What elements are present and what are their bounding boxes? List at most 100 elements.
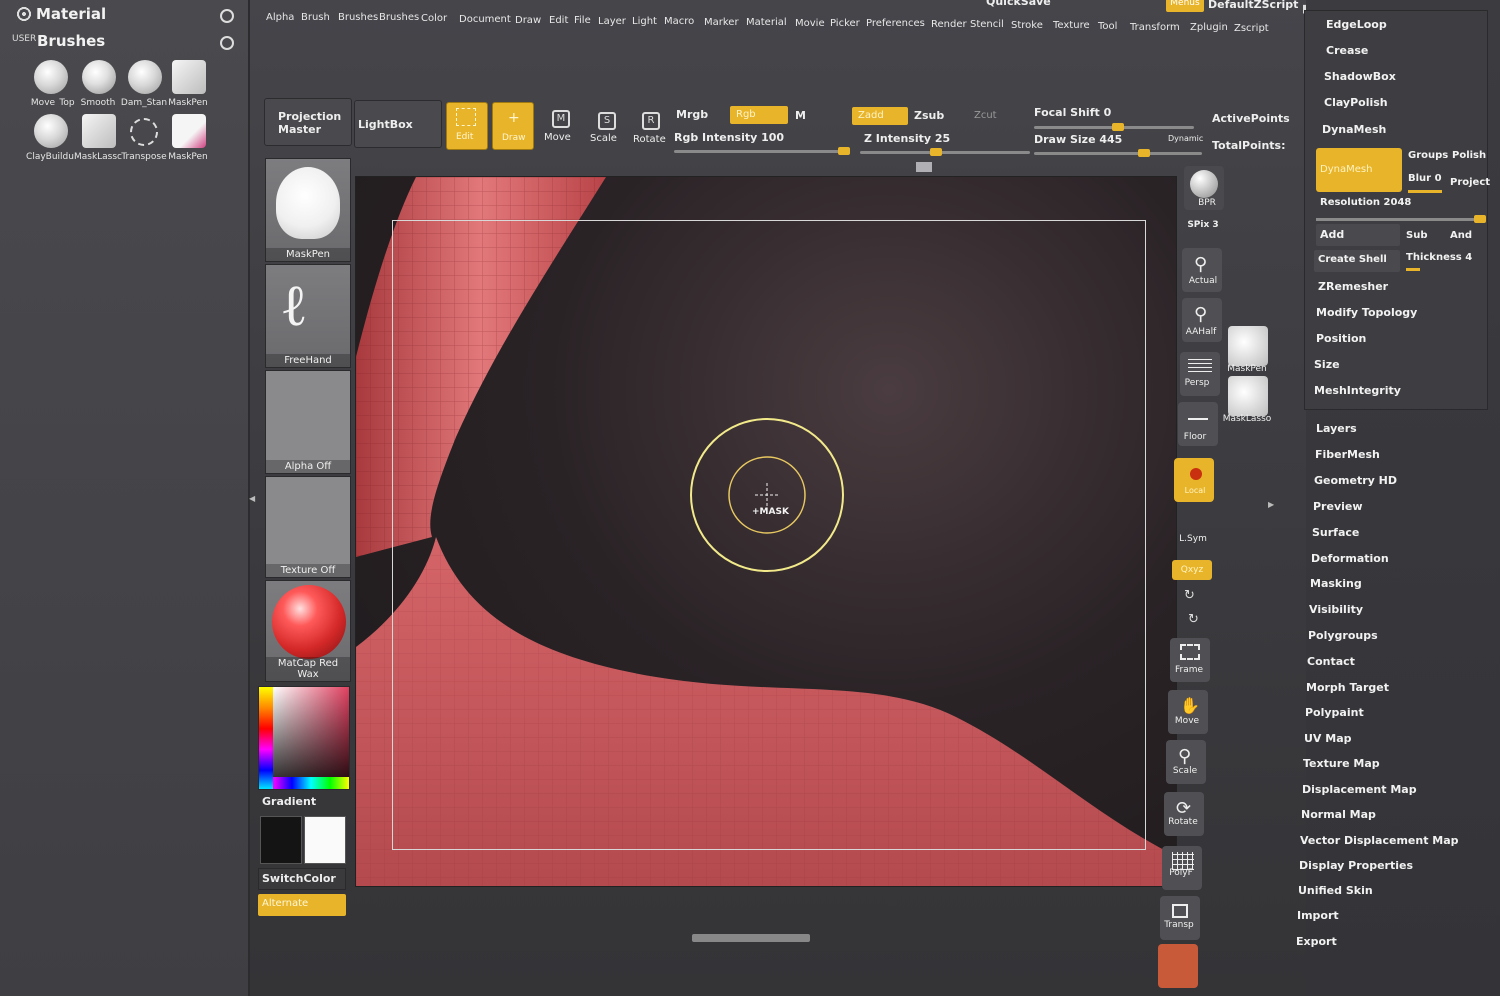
zsub-toggle[interactable]: Zsub — [914, 109, 944, 122]
secondary-color-swatch[interactable] — [304, 816, 346, 864]
slider-knob[interactable] — [1112, 123, 1124, 131]
menu-material[interactable]: Material — [746, 17, 787, 28]
move-mode-icon[interactable]: M — [552, 110, 570, 128]
brush-claybuildup[interactable]: ClayBuildu — [26, 114, 74, 168]
mrgb-toggle[interactable]: Mrgb — [676, 108, 708, 121]
lsym-label[interactable]: L.Sym — [1168, 534, 1218, 544]
transp-button[interactable] — [1160, 896, 1200, 940]
menu-brush[interactable]: Brush — [301, 12, 330, 23]
menu-draw[interactable]: Draw — [515, 15, 541, 26]
position-button[interactable]: Position — [1316, 332, 1366, 345]
section-contact[interactable]: Contact — [1307, 655, 1355, 668]
size-button[interactable]: Size — [1314, 358, 1340, 371]
menu-zplugin[interactable]: Zplugin — [1190, 22, 1228, 33]
color-saturation-field[interactable] — [273, 687, 349, 789]
brush-maskpen-2[interactable]: MaskPen — [166, 114, 210, 168]
right-shelf-toggle[interactable]: ▶ — [1268, 500, 1276, 524]
menu-brushes[interactable]: Brushes — [338, 12, 378, 23]
spix-label[interactable]: SPix 3 — [1178, 220, 1228, 230]
main-color-swatch[interactable] — [260, 816, 302, 864]
material-toggle-icon[interactable] — [220, 9, 234, 23]
menu-brushes-2[interactable]: Brushes — [379, 12, 419, 23]
menu-alpha[interactable]: Alpha — [266, 12, 294, 23]
quicksave-button[interactable]: QuickSave — [986, 0, 1051, 8]
section-import[interactable]: Import — [1297, 909, 1339, 922]
modify-topology-button[interactable]: Modify Topology — [1316, 306, 1417, 319]
left-shelf-toggle[interactable]: ◀ — [249, 494, 257, 518]
section-morph-target[interactable]: Morph Target — [1306, 681, 1389, 694]
rotate-mode-icon[interactable]: R — [642, 112, 660, 130]
gradient-label[interactable]: Gradient — [262, 795, 316, 808]
section-layers[interactable]: Layers — [1316, 422, 1357, 435]
menu-zscript[interactable]: Zscript — [1234, 23, 1269, 34]
section-unified-skin[interactable]: Unified Skin — [1298, 884, 1373, 897]
local-button[interactable] — [1174, 458, 1214, 502]
rotate-axis-icon[interactable]: ↻ — [1184, 588, 1195, 603]
slider-knob[interactable] — [1138, 149, 1150, 157]
menu-movie[interactable]: Movie — [795, 18, 825, 29]
slider-knob[interactable] — [838, 147, 850, 155]
rotate-view-button[interactable]: ⟳ — [1164, 792, 1204, 836]
default-zscript-label[interactable]: DefaultZScript — [1208, 0, 1298, 11]
color-picker[interactable] — [258, 686, 350, 790]
rotate-axis-icon[interactable]: ↻ — [1188, 612, 1199, 627]
thickness-slider-label[interactable]: Thickness 4 — [1406, 252, 1472, 263]
section-export[interactable]: Export — [1296, 935, 1337, 948]
section-masking[interactable]: Masking — [1310, 577, 1362, 590]
brush-damstandard[interactable]: Dam_Stan — [121, 60, 167, 114]
menus-button[interactable]: Menus — [1166, 0, 1204, 12]
section-visibility[interactable]: Visibility — [1309, 603, 1363, 616]
menu-file[interactable]: File — [574, 15, 591, 26]
frame-button[interactable] — [1170, 638, 1210, 682]
scale-view-button[interactable]: ⚲ — [1166, 740, 1206, 784]
section-displacement-map[interactable]: Displacement Map — [1302, 783, 1417, 796]
menu-stencil[interactable]: Stencil — [970, 19, 1004, 30]
slider-knob[interactable] — [930, 148, 942, 156]
section-geometry-hd[interactable]: Geometry HD — [1314, 474, 1397, 487]
create-shell-button[interactable]: Create Shell — [1318, 254, 1387, 265]
crease-button[interactable]: Crease — [1326, 44, 1368, 57]
canvas-scroll-handle[interactable] — [916, 162, 932, 172]
dynamesh-section-header[interactable]: DynaMesh — [1322, 123, 1386, 136]
menu-tool[interactable]: Tool — [1098, 21, 1117, 32]
focal-shift-slider[interactable] — [1034, 123, 1194, 131]
groups-toggle[interactable]: Groups — [1408, 150, 1448, 161]
section-polypaint[interactable]: Polypaint — [1305, 706, 1364, 719]
blur-slider-label[interactable]: Blur 0 — [1408, 173, 1442, 184]
menu-picker[interactable]: Picker — [830, 18, 860, 29]
zadd-toggle[interactable]: Zadd — [852, 107, 908, 125]
scale-mode-icon[interactable]: S — [598, 112, 616, 130]
and-button[interactable]: And — [1450, 230, 1472, 241]
menu-stroke[interactable]: Stroke — [1011, 20, 1043, 31]
menu-preferences[interactable]: Preferences — [866, 18, 925, 29]
blur-slider[interactable] — [1408, 190, 1442, 193]
brushes-toggle-icon[interactable] — [220, 36, 234, 50]
menu-color[interactable]: Color — [421, 13, 447, 24]
material-tile[interactable]: MatCap Red Wax — [265, 580, 351, 682]
section-normal-map[interactable]: Normal Map — [1301, 808, 1376, 821]
dynamic-toggle[interactable]: Dynamic — [1168, 134, 1203, 143]
menu-layer[interactable]: Layer — [598, 16, 626, 27]
m-toggle[interactable]: M — [795, 109, 806, 122]
zremesher-button[interactable]: ZRemesher — [1318, 280, 1388, 293]
section-display-properties[interactable]: Display Properties — [1299, 859, 1413, 872]
edgeloop-button[interactable]: EdgeLoop — [1326, 18, 1387, 31]
move-view-button[interactable]: ✋ — [1168, 690, 1208, 734]
freehand-stroke-tile[interactable]: ℓ FreeHand — [265, 264, 351, 368]
color-rainbow-bar[interactable] — [273, 777, 349, 789]
maskpen-brush-tile[interactable]: MaskPen — [265, 158, 351, 262]
menu-transform[interactable]: Transform — [1130, 22, 1180, 33]
brush-transpose[interactable]: Transpose — [121, 114, 167, 168]
meshintegrity-button[interactable]: MeshIntegrity — [1314, 384, 1401, 397]
slider-knob[interactable] — [1474, 215, 1486, 223]
polish-toggle[interactable]: Polish — [1452, 150, 1486, 161]
maskpen-quick-tile[interactable] — [1228, 326, 1268, 366]
claypolish-button[interactable]: ClayPolish — [1324, 96, 1388, 109]
section-fibermesh[interactable]: FiberMesh — [1315, 448, 1380, 461]
add-button[interactable]: Add — [1320, 228, 1344, 241]
color-hue-strip[interactable] — [259, 687, 273, 789]
brush-masklasso[interactable]: MaskLassc — [74, 114, 122, 168]
section-deformation[interactable]: Deformation — [1311, 552, 1389, 565]
zcut-toggle[interactable]: Zcut — [974, 110, 997, 121]
menu-document[interactable]: Document — [459, 14, 511, 25]
